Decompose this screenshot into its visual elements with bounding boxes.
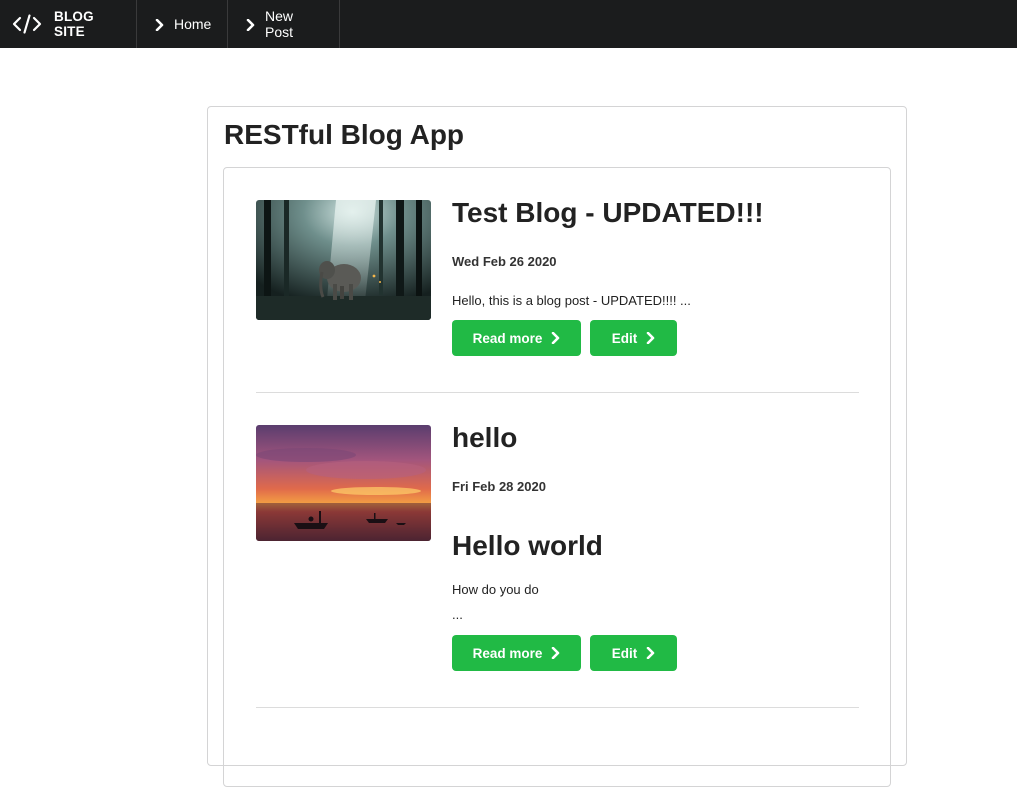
edit-button[interactable]: Edit [590,635,677,671]
edit-button[interactable]: Edit [590,320,677,356]
nav-home-link[interactable]: Home [137,0,228,48]
post-image [256,425,431,541]
read-more-button[interactable]: Read more [452,320,581,356]
edit-label: Edit [611,645,638,661]
chevron-right-icon [551,646,560,660]
read-more-label: Read more [472,330,543,346]
edit-label: Edit [611,330,638,346]
top-navbar: BLOG SITE Home New Post [0,0,1017,48]
chevron-right-icon [646,646,655,660]
post-date: Fri Feb 28 2020 [452,479,546,494]
blog-post: hello Fri Feb 28 2020 Hello world How do… [256,422,859,675]
page-title: RESTful Blog App [224,119,465,150]
nav-home-label: Home [174,16,212,32]
post-title[interactable]: Test Blog - UPDATED!!! [452,197,764,229]
post-body-heading: Hello world [452,530,603,561]
post-divider [256,707,859,708]
brand-label: BLOG SITE [54,9,94,39]
post-image [256,200,431,320]
chevron-right-icon [246,18,256,32]
post-title[interactable]: hello [452,422,517,454]
blog-post: Test Blog - UPDATED!!! Wed Feb 26 2020 H… [256,197,859,360]
post-divider [256,392,859,393]
read-more-button[interactable]: Read more [452,635,581,671]
chevron-right-icon [646,331,655,345]
chevron-right-icon [155,18,165,32]
post-excerpt: How do you do [452,582,539,597]
nav-new-post-link[interactable]: New Post [228,0,340,48]
post-date: Wed Feb 26 2020 [452,254,557,269]
blog-list-card: RESTful Blog App Test Blog - UPDATED!!! … [207,106,907,787]
chevron-right-icon [551,331,560,345]
nav-brand[interactable]: BLOG SITE [0,0,137,48]
code-icon [12,14,42,34]
post-excerpt: Hello, this is a blog post - UPDATED!!!!… [452,293,691,308]
post-ellipsis: ... [452,607,463,622]
read-more-label: Read more [472,645,543,661]
posts-container: Test Blog - UPDATED!!! Wed Feb 26 2020 H… [223,167,891,787]
nav-new-post-label: New Post [265,8,294,40]
